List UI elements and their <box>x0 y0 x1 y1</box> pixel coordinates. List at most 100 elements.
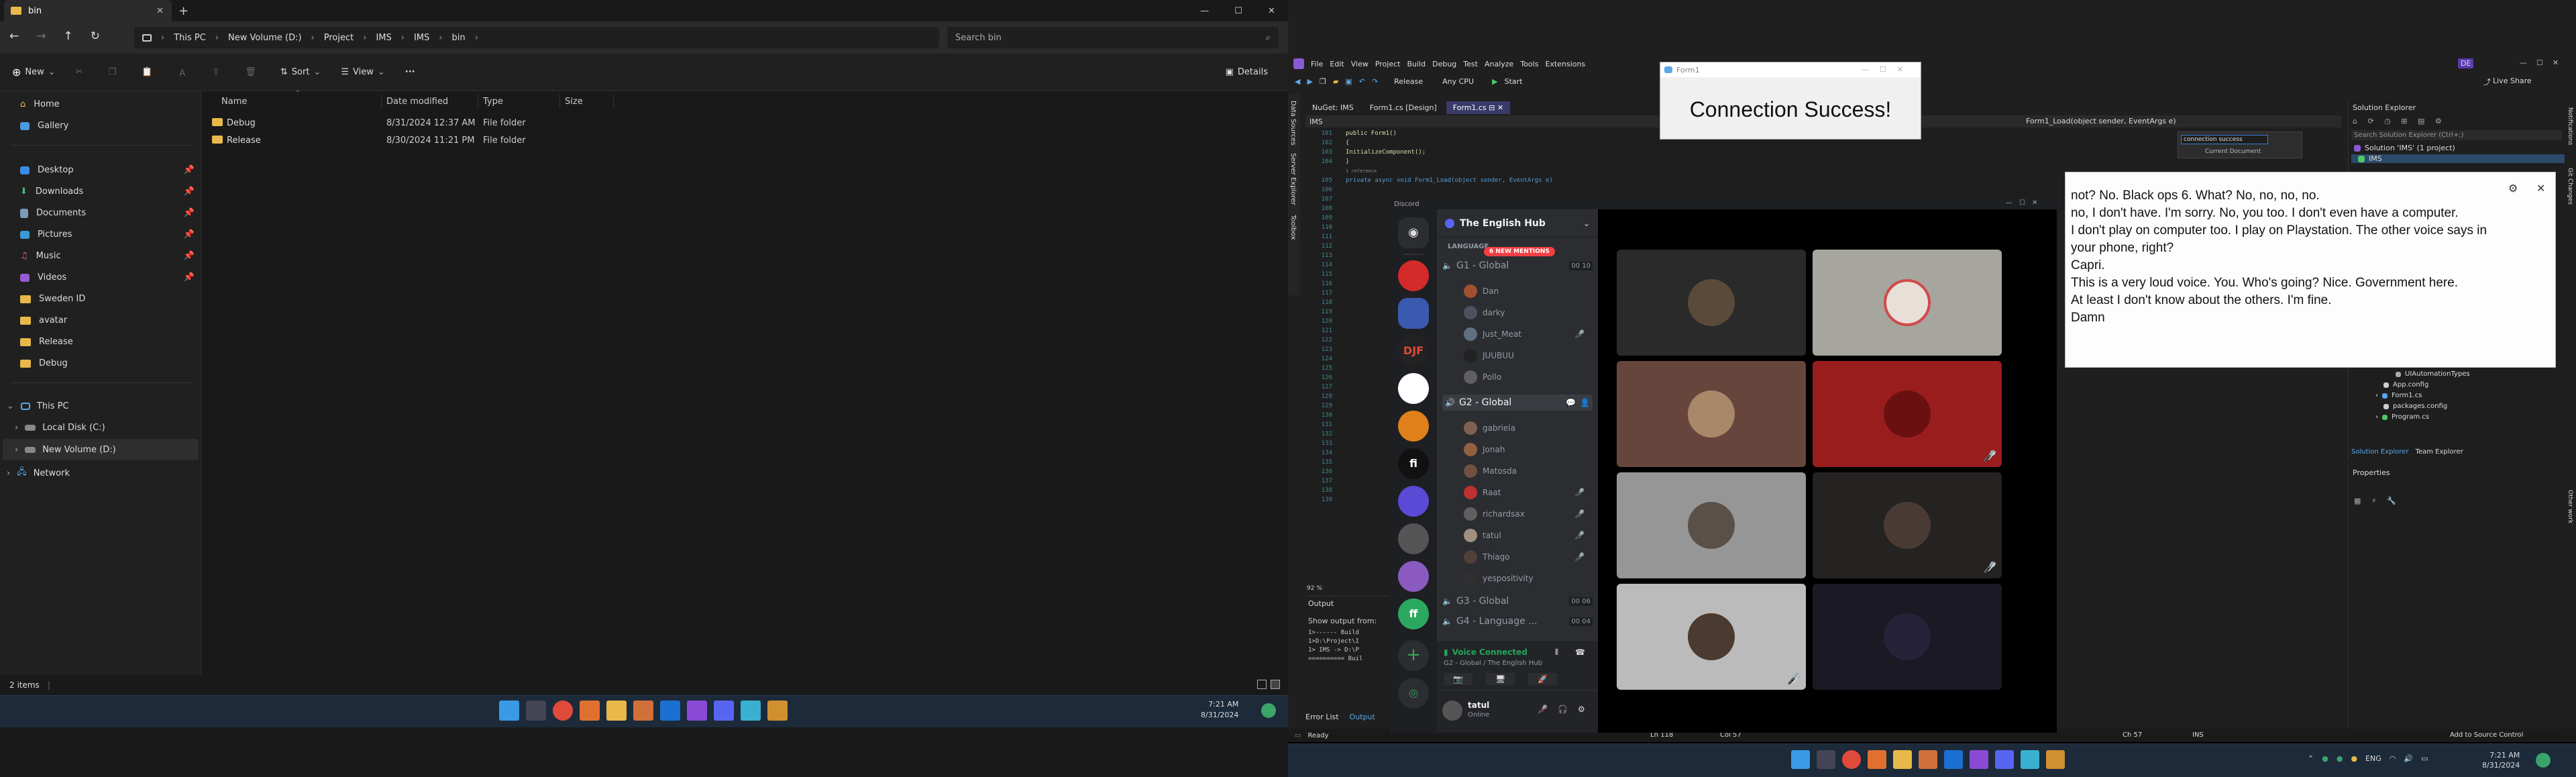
paste-icon[interactable]: 📋 <box>142 67 152 77</box>
up-icon[interactable]: ↑ <box>64 30 73 43</box>
forward-icon[interactable]: ▶ <box>1307 77 1312 86</box>
start-icon[interactable]: ▶ <box>1492 77 1497 86</box>
discord-icon[interactable] <box>1995 750 2014 769</box>
crumb-project[interactable]: Project <box>324 33 354 43</box>
crumb-bin[interactable]: bin <box>451 33 465 43</box>
list-item[interactable]: Dan <box>1464 280 1585 302</box>
menu-edit[interactable]: Edit <box>1330 60 1344 68</box>
back-icon[interactable]: ← <box>9 30 19 43</box>
crumb-ims-2[interactable]: IMS <box>414 33 429 43</box>
menu-analyze[interactable]: Analyze <box>1485 60 1513 68</box>
explorer-icon[interactable] <box>606 701 627 721</box>
video-tile[interactable]: 🎤̸ <box>1813 472 2002 578</box>
nav-sweden-id[interactable]: Sweden ID <box>20 294 85 304</box>
close-tab-icon[interactable]: ✕ <box>1497 103 1503 112</box>
voice-channel-g2[interactable]: 🔊 G2 - Global 💬 👤 <box>1442 395 1593 411</box>
avatar[interactable] <box>1442 701 1462 721</box>
tree-item[interactable]: packages.config <box>2383 403 2447 410</box>
explorer-tab[interactable]: bin ✕ <box>4 0 172 21</box>
delete-icon[interactable]: 🗑 <box>245 67 256 77</box>
tab-nuget[interactable]: NuGet: IMS <box>1305 101 1360 114</box>
minimize-icon[interactable]: — <box>1200 6 1209 16</box>
explore-icon[interactable]: ◎ <box>1398 678 1429 709</box>
details-view-icon[interactable] <box>1257 680 1267 689</box>
tree-item[interactable]: › Form1.cs <box>2375 392 2422 399</box>
platform-dropdown[interactable]: Any CPU <box>1442 77 1485 86</box>
noise-suppression-icon[interactable]: ⫴ <box>1555 648 1558 658</box>
start-icon[interactable] <box>499 701 519 721</box>
breadcrumb[interactable]: › This PC › New Volume (D:) › Project › IMS… <box>134 27 939 48</box>
nav-videos[interactable]: Videos 📌 <box>20 272 195 282</box>
tab-output[interactable]: Output <box>1350 713 1375 721</box>
menu-extensions[interactable]: Extensions <box>1545 60 1585 68</box>
nav-local-disk[interactable]: › Local Disk (C:) <box>15 423 105 433</box>
list-item[interactable]: richardsax 🎤̸ <box>1464 503 1585 525</box>
pin-icon[interactable]: 📌 <box>184 187 195 197</box>
video-tile[interactable] <box>1617 361 1806 467</box>
undo-icon[interactable]: ↶ <box>1359 77 1365 86</box>
server-icon[interactable]: ff <box>1398 599 1429 629</box>
new-tab-icon[interactable]: + <box>178 4 189 18</box>
server-icon-english-hub[interactable] <box>1398 298 1429 329</box>
chrome-icon[interactable] <box>553 701 573 721</box>
tree-item[interactable]: UIAutomationTypes <box>2396 370 2470 378</box>
app-icon[interactable] <box>1868 750 1886 769</box>
search-taskbar-icon[interactable] <box>526 701 546 721</box>
share-icon[interactable]: ⇪ <box>212 67 219 77</box>
nav-new-volume[interactable]: › New Volume (D:) <box>3 439 199 460</box>
open-icon[interactable]: ▰ <box>1333 77 1338 86</box>
tab-team-explorer[interactable]: Team Explorer <box>2416 448 2463 456</box>
nav-this-pc[interactable]: ⌄ This PC <box>7 401 69 411</box>
crumb-volume[interactable]: New Volume (D:) <box>228 33 302 43</box>
add-to-source-control[interactable]: Add to Source Control <box>2450 731 2523 739</box>
app-icon[interactable] <box>767 701 788 721</box>
server-icon[interactable] <box>1398 561 1429 592</box>
refresh-icon[interactable]: ↻ <box>91 30 100 43</box>
screen-share-icon[interactable]: 🖥 <box>1485 673 1515 685</box>
headset-icon[interactable]: 🎧 <box>1558 705 1568 714</box>
menu-file[interactable]: File <box>1311 60 1323 68</box>
list-item[interactable]: Just_Meat 🎤̸ <box>1464 323 1585 345</box>
volume-icon[interactable]: 🔊 <box>2404 754 2413 763</box>
pin-icon[interactable]: 📌 <box>184 165 195 175</box>
voice-channel-path[interactable]: G2 - Global / The English Hub <box>1444 660 1542 667</box>
menu-view[interactable]: View <box>1351 60 1368 68</box>
list-item[interactable]: Thiago 🎤̸ <box>1464 546 1585 568</box>
menu-project[interactable]: Project <box>1375 60 1401 68</box>
server-icon[interactable] <box>1398 373 1429 404</box>
chevron-up-icon[interactable]: ⌃ <box>2308 754 2314 763</box>
discord-home-icon[interactable]: ◉ <box>1398 217 1429 248</box>
notification-icon[interactable] <box>2536 753 2551 768</box>
tray-app-icon[interactable]: ● <box>2322 754 2328 763</box>
copy-icon[interactable]: ❐ <box>109 67 117 77</box>
cut-icon[interactable]: ✂ <box>76 67 83 77</box>
start-icon[interactable] <box>1791 750 1810 769</box>
find-scope[interactable]: Current Document <box>2205 148 2261 155</box>
maximize-icon[interactable]: ☐ <box>1234 6 1242 16</box>
expand-icon[interactable]: ⌄ <box>7 401 14 411</box>
server-header[interactable]: The English Hub ⌄ <box>1437 209 1598 238</box>
close-icon[interactable]: ✕ <box>1268 6 1275 16</box>
list-item[interactable]: yespositivity <box>1464 568 1585 589</box>
discord-icon[interactable] <box>714 701 734 721</box>
server-icon[interactable] <box>1398 523 1429 554</box>
sort-button[interactable]: Sort <box>292 67 310 77</box>
add-server-icon[interactable]: + <box>1398 640 1429 671</box>
outlook-icon[interactable] <box>1944 750 1963 769</box>
solution-root[interactable]: Solution 'IMS' (1 project) <box>2354 144 2455 152</box>
mentions-badge[interactable]: 6 NEW MENTIONS <box>1484 247 1555 256</box>
language-indicator[interactable]: ENG <box>2365 754 2381 763</box>
notification-icon[interactable] <box>1261 703 1276 718</box>
taskbar-clock-right[interactable]: 7:21 AM 8/31/2024 <box>2482 750 2520 770</box>
nav-debug[interactable]: Debug <box>20 358 68 368</box>
tray-app-icon[interactable]: ● <box>2337 754 2343 763</box>
crumb-ims[interactable]: IMS <box>376 33 391 43</box>
solution-search[interactable]: Search Solution Explorer (Ctrl+;) <box>2351 130 2562 140</box>
video-tile[interactable] <box>1617 250 1806 356</box>
tab-form-design[interactable]: Form1.cs [Design] <box>1363 101 1444 114</box>
more-button[interactable]: ··· <box>405 67 415 77</box>
live-share-icon[interactable]: ⤴ <box>2483 76 2491 87</box>
list-item[interactable]: Jonah <box>1464 439 1585 460</box>
outlook-icon[interactable] <box>660 701 680 721</box>
category-label[interactable]: LANGUAGE <box>1448 243 1489 250</box>
